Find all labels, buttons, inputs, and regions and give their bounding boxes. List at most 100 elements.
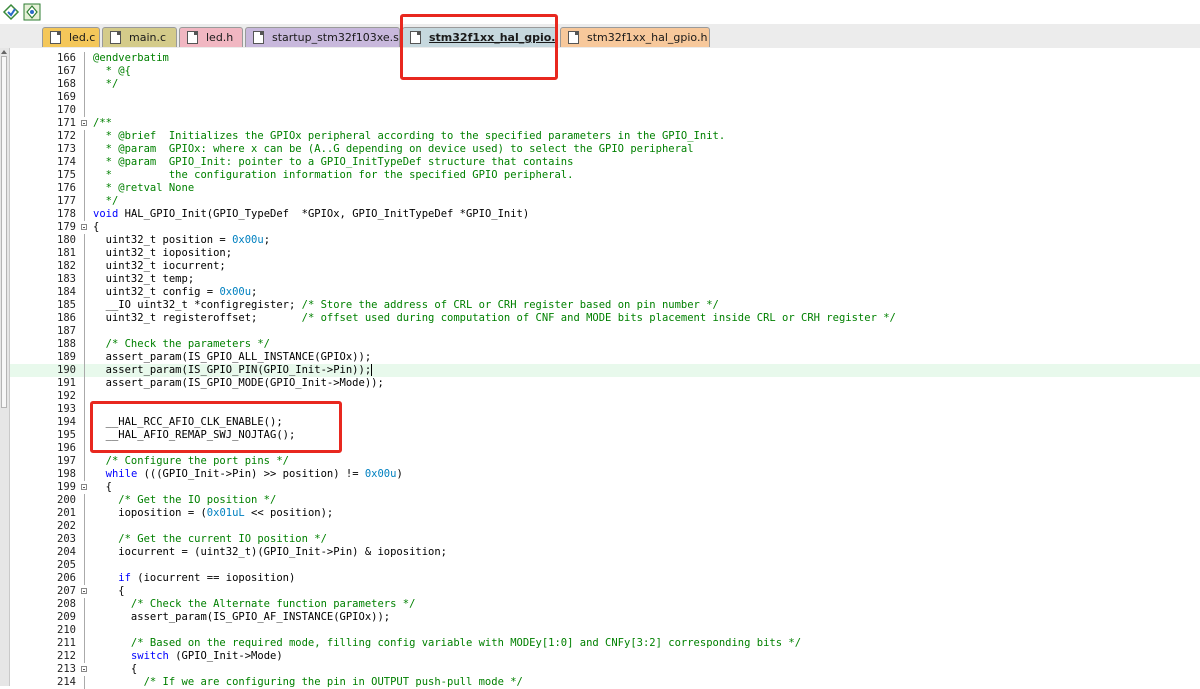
line-number: 198 [57, 468, 76, 480]
code-token: uint32_t iocurrent; [93, 260, 226, 272]
line-number: 174 [57, 156, 76, 168]
code-line[interactable]: 177 */ [10, 195, 1200, 208]
code-line[interactable]: 181 uint32_t ioposition; [10, 247, 1200, 260]
code-line[interactable]: 182 uint32_t iocurrent; [10, 260, 1200, 273]
code-line[interactable]: 166 @endverbatim [10, 52, 1200, 65]
code-token: assert_param(IS_GPIO_PIN(GPIO_Init->Pin)… [93, 364, 372, 376]
fold-guide [84, 676, 85, 689]
code-line[interactable]: 173 * @param GPIOx: where x can be (A..G… [10, 143, 1200, 156]
code-line[interactable]: 190 assert_param(IS_GPIO_PIN(GPIO_Init->… [10, 364, 1200, 377]
fold-toggle-icon[interactable] [81, 224, 87, 230]
code-line[interactable]: 212 switch (GPIO_Init->Mode) [10, 650, 1200, 663]
code-line[interactable]: 170 [10, 104, 1200, 117]
file-icon [50, 31, 61, 44]
vertical-scrollbar[interactable] [0, 48, 10, 686]
fold-guide [84, 338, 85, 351]
code-text: */ [93, 78, 119, 91]
code-token: /* Configure the port pins */ [93, 455, 289, 467]
code-line[interactable]: 200 /* Get the IO position */ [10, 494, 1200, 507]
code-line[interactable]: 201 ioposition = (0x01uL << position); [10, 507, 1200, 520]
code-highlight-box [90, 401, 342, 453]
line-number: 204 [57, 546, 76, 558]
code-line[interactable]: 175 * the configuration information for … [10, 169, 1200, 182]
code-line[interactable]: 168 */ [10, 78, 1200, 91]
code-line[interactable]: 185 __IO uint32_t *configregister; /* St… [10, 299, 1200, 312]
code-line[interactable]: 209 assert_param(IS_GPIO_AF_INSTANCE(GPI… [10, 611, 1200, 624]
tab-led-c[interactable]: led.c [42, 27, 100, 47]
code-line[interactable]: 197 /* Configure the port pins */ [10, 455, 1200, 468]
tab-label: led.h [206, 31, 234, 44]
network-icon[interactable] [23, 3, 41, 21]
code-line[interactable]: 189 assert_param(IS_GPIO_ALL_INSTANCE(GP… [10, 351, 1200, 364]
code-line[interactable]: 210 [10, 624, 1200, 637]
code-token: 0x00u [232, 234, 264, 246]
text-caret [371, 364, 373, 376]
fold-guide [84, 650, 85, 663]
code-token: 0x01uL [206, 507, 245, 519]
fold-guide [84, 195, 85, 208]
code-line[interactable]: 176 * @retval None [10, 182, 1200, 195]
scrollbar-thumb[interactable] [1, 56, 7, 408]
code-line[interactable]: 179 { [10, 221, 1200, 234]
fold-guide [84, 507, 85, 520]
code-line[interactable]: 172 * @brief Initializes the GPIOx perip… [10, 130, 1200, 143]
code-line[interactable]: 199 { [10, 481, 1200, 494]
code-line[interactable]: 214 /* If we are configuring the pin in … [10, 676, 1200, 689]
tab-led-h[interactable]: led.h [179, 27, 243, 47]
fold-guide [84, 546, 85, 559]
line-number: 211 [57, 637, 76, 649]
code-line[interactable]: 188 /* Check the parameters */ [10, 338, 1200, 351]
code-editor[interactable]: 166 @endverbatim 167 * @{168 */169 170 171/*… [0, 48, 1200, 689]
fold-guide [84, 130, 85, 143]
code-text: /** [93, 117, 112, 130]
code-line[interactable]: 169 [10, 91, 1200, 104]
fold-toggle-icon[interactable] [81, 588, 87, 594]
line-number: 195 [57, 429, 76, 441]
line-number: 214 [57, 676, 76, 688]
code-line[interactable]: 203 /* Get the current IO position */ [10, 533, 1200, 546]
code-line[interactable]: 213 { [10, 663, 1200, 676]
tab-startup-stm32f103xe-s[interactable]: startup_stm32f103xe.s [245, 27, 400, 47]
code-token: uint32_t ioposition; [93, 247, 233, 259]
line-number: 199 [57, 481, 76, 493]
code-text: /* Configure the port pins */ [93, 455, 289, 468]
code-text: * the configuration information for the … [93, 169, 574, 182]
code-line[interactable]: 187 [10, 325, 1200, 338]
code-token: { [93, 585, 125, 597]
code-line[interactable]: 174 * @param GPIO_Init: pointer to a GPI… [10, 156, 1200, 169]
code-line[interactable]: 178 void HAL_GPIO_Init(GPIO_TypeDef *GPIO… [10, 208, 1200, 221]
code-line[interactable]: 186 uint32_t registeroffset; /* offset u… [10, 312, 1200, 325]
code-text: while (((GPIO_Init->Pin) >> position) !=… [93, 468, 403, 481]
code-line[interactable]: 180 uint32_t position = 0x00u; [10, 234, 1200, 247]
code-line[interactable]: 183 uint32_t temp; [10, 273, 1200, 286]
code-token: */ [93, 78, 119, 90]
code-line[interactable]: 205 [10, 559, 1200, 572]
line-number: 175 [57, 169, 76, 181]
line-number: 173 [57, 143, 76, 155]
code-line[interactable]: 204 iocurrent = (uint32_t)(GPIO_Init->Pi… [10, 546, 1200, 559]
code-line[interactable]: 167 * @{ [10, 65, 1200, 78]
fold-toggle-icon[interactable] [81, 484, 87, 490]
code-line[interactable]: 211 /* Based on the required mode, filli… [10, 637, 1200, 650]
diamond-arrow-icon[interactable] [2, 3, 20, 21]
fold-toggle-icon[interactable] [81, 666, 87, 672]
code-line[interactable]: 207 { [10, 585, 1200, 598]
code-line[interactable]: 184 uint32_t config = 0x00u; [10, 286, 1200, 299]
tab-stm32f1xx-hal-gpio-h[interactable]: stm32f1xx_hal_gpio.h [560, 27, 710, 47]
line-number: 207 [57, 585, 76, 597]
code-line[interactable]: 171 /** [10, 117, 1200, 130]
scroll-up-arrow-icon[interactable] [1, 50, 7, 54]
tab-main-c[interactable]: main.c [102, 27, 177, 47]
fold-guide [84, 143, 85, 156]
tab-highlight-box [400, 14, 558, 80]
code-line[interactable]: 198 while (((GPIO_Init->Pin) >> position… [10, 468, 1200, 481]
code-token: */ [93, 195, 119, 207]
code-line[interactable]: 191 assert_param(IS_GPIO_MODE(GPIO_Init-… [10, 377, 1200, 390]
fold-guide [84, 520, 85, 533]
code-line[interactable]: 206 if (iocurrent == ioposition) [10, 572, 1200, 585]
code-line[interactable]: 208 /* Check the Alternate function para… [10, 598, 1200, 611]
code-line[interactable]: 202 [10, 520, 1200, 533]
fold-guide [84, 455, 85, 468]
fold-toggle-icon[interactable] [81, 120, 87, 126]
